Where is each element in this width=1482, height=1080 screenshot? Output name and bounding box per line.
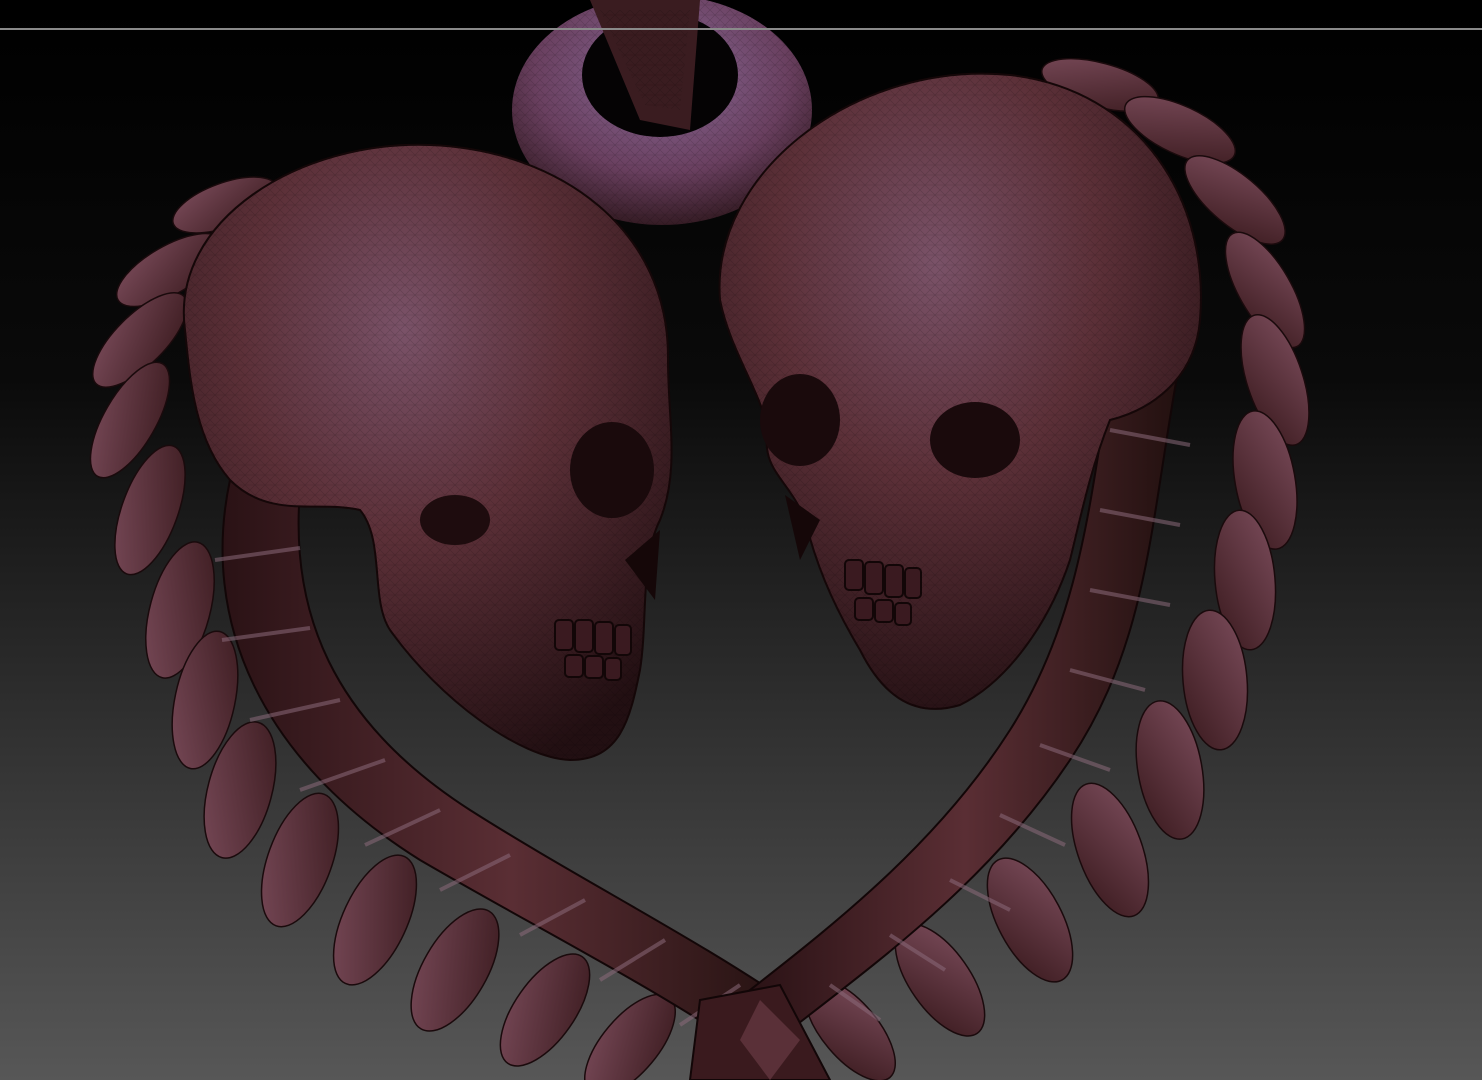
left-eye-socket — [570, 422, 654, 518]
left-teeth — [554, 619, 632, 681]
left-cheek-hole — [420, 495, 490, 545]
right-eye-socket — [760, 374, 840, 466]
viewport-frame-line — [0, 28, 1482, 30]
sculpt-viewport[interactable] — [0, 0, 1482, 1080]
viewport-canvas[interactable] — [0, 0, 1482, 1080]
right-eye-socket-2 — [930, 402, 1020, 478]
